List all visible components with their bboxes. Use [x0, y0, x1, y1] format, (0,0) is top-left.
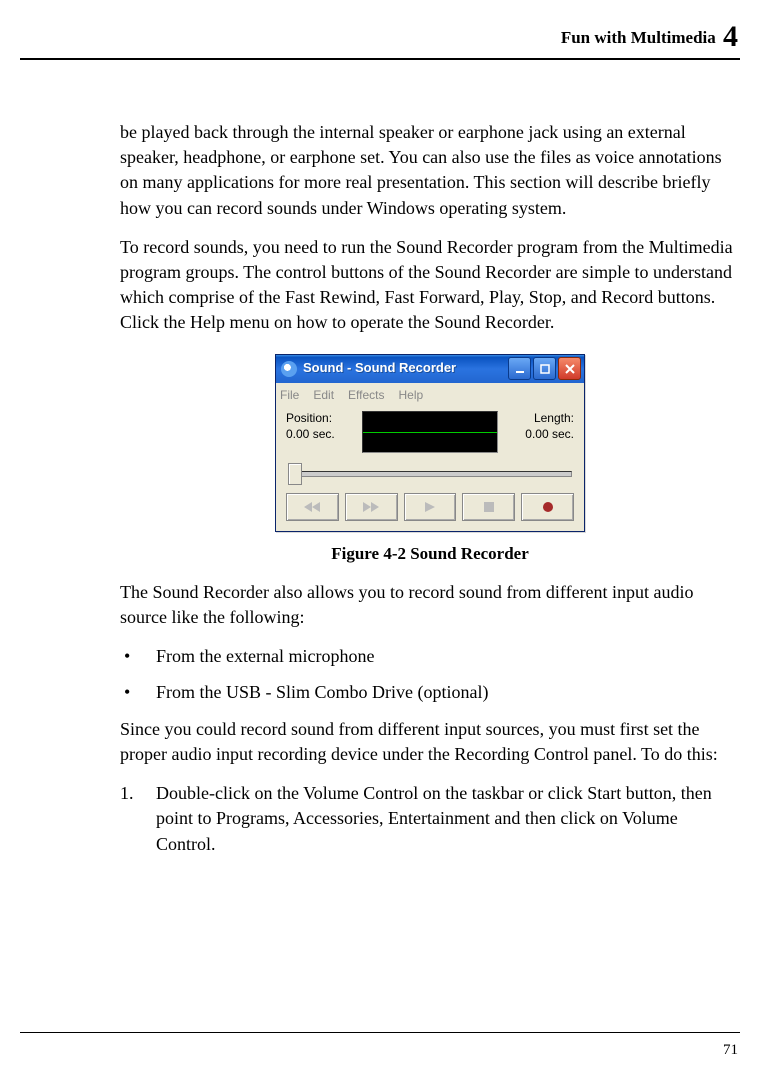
menu-file[interactable]: File	[280, 387, 299, 404]
length-readout: Length: 0.00 sec.	[504, 411, 574, 453]
record-button[interactable]	[521, 493, 574, 521]
play-button[interactable]	[404, 493, 457, 521]
paragraph: Since you could record sound from differ…	[120, 717, 740, 767]
forward-icon	[363, 502, 379, 512]
list-item: From the external microphone	[120, 644, 740, 669]
figure-caption: Figure 4-2 Sound Recorder	[120, 542, 740, 566]
figure-sound-recorder: Sound - Sound Recorder File	[120, 354, 740, 533]
body-content: be played back through the internal spea…	[120, 120, 740, 857]
forward-button[interactable]	[345, 493, 398, 521]
app-icon	[281, 361, 297, 377]
chapter-number: 4	[723, 20, 738, 53]
page-number: 71	[723, 1042, 738, 1059]
record-icon	[543, 502, 553, 512]
close-button[interactable]	[558, 357, 581, 380]
seek-slider[interactable]	[288, 461, 572, 485]
bullet-list: From the external microphone From the US…	[120, 644, 740, 704]
length-label: Length:	[504, 411, 574, 427]
position-value: 0.00 sec.	[286, 427, 356, 443]
numbered-list: Double-click on the Volume Control on th…	[120, 781, 740, 857]
minimize-button[interactable]	[508, 357, 531, 380]
length-value: 0.00 sec.	[504, 427, 574, 443]
stop-button[interactable]	[462, 493, 515, 521]
menu-edit[interactable]: Edit	[313, 387, 334, 404]
sound-recorder-window: Sound - Sound Recorder File	[275, 354, 585, 533]
rewind-icon	[304, 502, 320, 512]
window-title: Sound - Sound Recorder	[303, 359, 508, 377]
list-item: Double-click on the Volume Control on th…	[120, 781, 740, 857]
paragraph: be played back through the internal spea…	[120, 120, 740, 221]
position-label: Position:	[286, 411, 356, 427]
play-icon	[425, 502, 435, 512]
stop-icon	[484, 502, 494, 512]
rewind-button[interactable]	[286, 493, 339, 521]
maximize-button[interactable]	[533, 357, 556, 380]
titlebar: Sound - Sound Recorder	[276, 355, 584, 383]
menubar: File Edit Effects Help	[276, 383, 584, 408]
paragraph: The Sound Recorder also allows you to re…	[120, 580, 740, 630]
list-item: From the USB - Slim Combo Drive (optiona…	[120, 680, 740, 705]
section-title: Fun with Multimedia	[561, 28, 716, 47]
header-rule	[20, 58, 740, 60]
footer-rule	[20, 1032, 740, 1033]
menu-help[interactable]: Help	[399, 387, 424, 404]
running-header: Fun with Multimedia 4	[120, 20, 740, 54]
menu-effects[interactable]: Effects	[348, 387, 384, 404]
waveform-display	[362, 411, 498, 453]
paragraph: To record sounds, you need to run the So…	[120, 235, 740, 336]
position-readout: Position: 0.00 sec.	[286, 411, 356, 453]
